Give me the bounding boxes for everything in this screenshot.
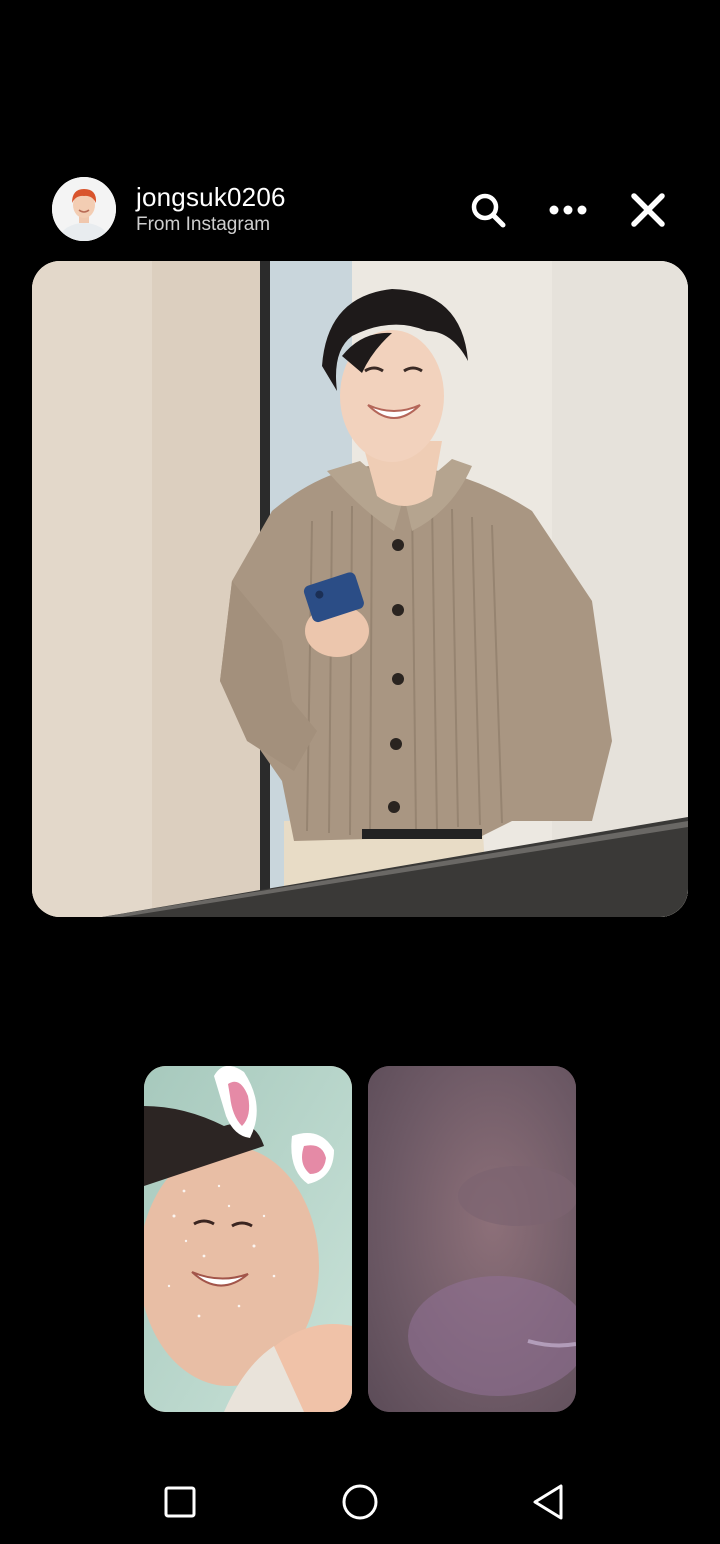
avatar[interactable] bbox=[52, 177, 116, 241]
shared-post-photo[interactable] bbox=[32, 261, 688, 917]
remote-video-tile[interactable] bbox=[368, 1066, 576, 1412]
more-icon bbox=[549, 205, 587, 215]
self-video-tile[interactable] bbox=[144, 1066, 352, 1412]
close-icon bbox=[631, 193, 665, 227]
system-navigation-bar bbox=[0, 1460, 720, 1544]
close-button[interactable] bbox=[624, 186, 672, 234]
home-button[interactable] bbox=[336, 1478, 384, 1526]
recent-apps-button[interactable] bbox=[156, 1478, 204, 1526]
home-icon bbox=[342, 1484, 378, 1520]
username[interactable]: jongsuk0206 bbox=[136, 181, 286, 213]
back-icon bbox=[533, 1484, 563, 1520]
story-header: jongsuk0206 From Instagram bbox=[0, 172, 720, 246]
user-info: jongsuk0206 From Instagram bbox=[136, 181, 286, 237]
search-button[interactable] bbox=[464, 186, 512, 234]
recent-apps-icon bbox=[164, 1486, 196, 1518]
source-label: From Instagram bbox=[136, 214, 271, 235]
more-options-button[interactable] bbox=[544, 186, 592, 234]
search-icon bbox=[471, 193, 506, 228]
back-button[interactable] bbox=[524, 1478, 572, 1526]
